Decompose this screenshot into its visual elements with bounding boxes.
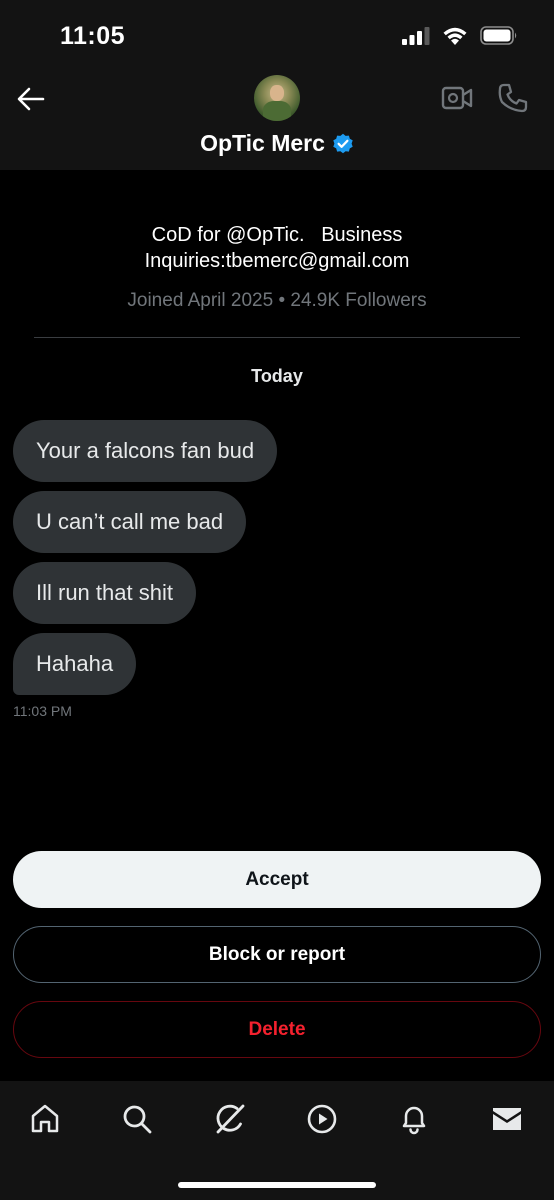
message-bubble[interactable]: Your a falcons fan bud (13, 420, 278, 482)
status-time: 11:05 (60, 22, 126, 50)
nav-video[interactable] (305, 1102, 339, 1136)
avatar-face (270, 85, 284, 101)
video-call-button[interactable] (441, 84, 473, 117)
block-or-report-button[interactable]: Block or report (13, 926, 541, 983)
header-title[interactable]: OpTic Merc (0, 130, 554, 157)
message-bubble[interactable]: Ill run that shit (13, 562, 196, 624)
status-bar: 11:05 (0, 0, 554, 70)
search-icon (123, 1105, 152, 1134)
video-play-icon (307, 1104, 337, 1134)
nav-home[interactable] (28, 1102, 62, 1136)
wifi-icon (443, 27, 467, 45)
message-bubble[interactable]: U can’t call me bad (13, 491, 247, 553)
nav-notifications[interactable] (397, 1102, 431, 1136)
profile-name: OpTic Merc (200, 130, 325, 156)
message-row: Your a falcons fan bud (13, 420, 533, 491)
nav-search[interactable] (120, 1102, 154, 1136)
bio-line-2: Inquiries:tbemerc@gmail.com (144, 250, 410, 272)
nav-messages[interactable] (490, 1102, 524, 1136)
profile-bio: CoD for @OpTic. Business Inquiries:tbeme… (0, 222, 554, 274)
phone-icon (498, 83, 528, 113)
divider (34, 337, 520, 338)
video-camera-icon (441, 86, 473, 110)
grok-icon (216, 1104, 245, 1134)
bottom-nav (0, 1081, 554, 1200)
message-row: Hahaha (13, 633, 533, 701)
battery-icon (480, 26, 517, 45)
accept-button[interactable]: Accept (13, 851, 541, 908)
home-indicator[interactable] (178, 1182, 376, 1188)
back-button[interactable] (14, 84, 48, 114)
delete-button[interactable]: Delete (13, 1001, 541, 1058)
notifications-icon (402, 1106, 426, 1135)
message-list: Your a falcons fan bud U can’t call me b… (13, 420, 533, 719)
cellular-signal-icon (402, 26, 430, 45)
back-arrow-icon (17, 87, 45, 111)
nav-grok[interactable] (213, 1102, 247, 1136)
messages-icon (493, 1108, 521, 1130)
voice-call-button[interactable] (497, 82, 529, 119)
home-icon (31, 1104, 59, 1133)
verified-badge-icon (333, 133, 353, 153)
profile-meta: Joined April 2025 • 24.9K Followers (127, 290, 427, 311)
message-bubble[interactable]: Hahaha (13, 633, 137, 695)
profile-avatar[interactable] (254, 75, 300, 121)
message-row: Ill run that shit (13, 562, 533, 633)
dm-request-screen: 11:05 OpTic Merc CoD for @OpTic. Busines… (0, 0, 554, 1200)
date-separator: Today (251, 366, 303, 386)
message-row: U can’t call me bad (13, 491, 533, 562)
status-icons (402, 26, 518, 45)
conversation-header: OpTic Merc (0, 70, 554, 170)
message-timestamp: 11:03 PM (13, 703, 72, 719)
avatar-body (263, 101, 291, 121)
bio-line-1: CoD for @OpTic. Business (151, 224, 403, 246)
